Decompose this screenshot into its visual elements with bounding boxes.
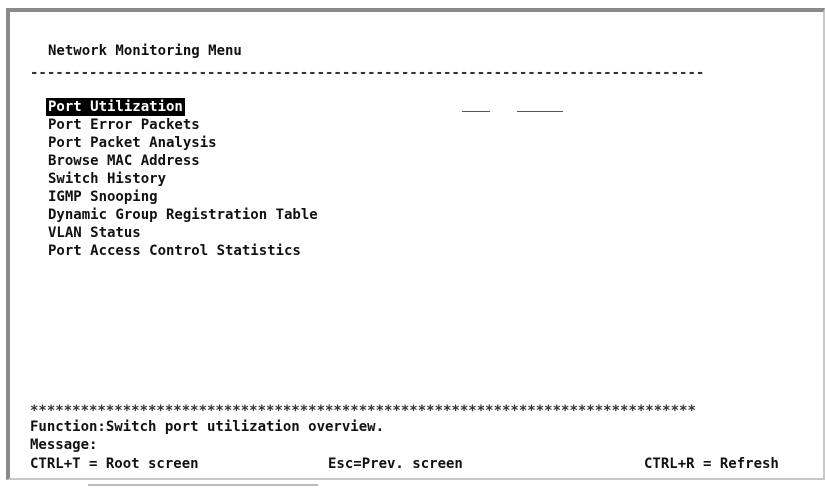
- menu-item-igmp-snooping[interactable]: IGMP Snooping: [46, 188, 160, 206]
- key-hints-bar: CTRL+T = Root screen Esc=Prev. screen CT…: [30, 455, 820, 473]
- menu-item-port-packet-analysis[interactable]: Port Packet Analysis: [46, 134, 219, 152]
- network-monitoring-menu: Port Utilization Port Error Packets Port…: [46, 98, 320, 260]
- menu-item-switch-history[interactable]: Switch History: [46, 170, 168, 188]
- refresh-key-hint[interactable]: CTRL+R = Refresh: [644, 455, 779, 473]
- terminal-screen[interactable]: Network Monitoring Menu ----------------…: [12, 14, 821, 476]
- terminal-window: Network Monitoring Menu ----------------…: [0, 0, 825, 488]
- menu-item-dynamic-group-registration-table[interactable]: Dynamic Group Registration Table: [46, 206, 320, 224]
- menu-item-port-error-packets[interactable]: Port Error Packets: [46, 116, 202, 134]
- menu-item-port-utilization[interactable]: Port Utilization: [46, 98, 185, 116]
- message-line: Message:: [30, 437, 98, 453]
- menu-item-port-access-control-statistics[interactable]: Port Access Control Statistics: [46, 242, 303, 260]
- rendering-artifact-line: [517, 111, 563, 112]
- scrollbar-remnant: [88, 484, 318, 486]
- root-screen-key-hint[interactable]: CTRL+T = Root screen: [30, 455, 199, 473]
- menu-item-vlan-status[interactable]: VLAN Status: [46, 224, 143, 242]
- menu-item-browse-mac-address[interactable]: Browse MAC Address: [46, 152, 202, 170]
- previous-screen-key-hint[interactable]: Esc=Prev. screen: [328, 455, 463, 473]
- menu-title: Network Monitoring Menu: [48, 43, 242, 59]
- function-description: Function:Switch port utilization overvie…: [30, 419, 385, 435]
- rendering-artifact-line: [462, 111, 490, 112]
- title-separator: ----------------------------------------…: [30, 65, 705, 81]
